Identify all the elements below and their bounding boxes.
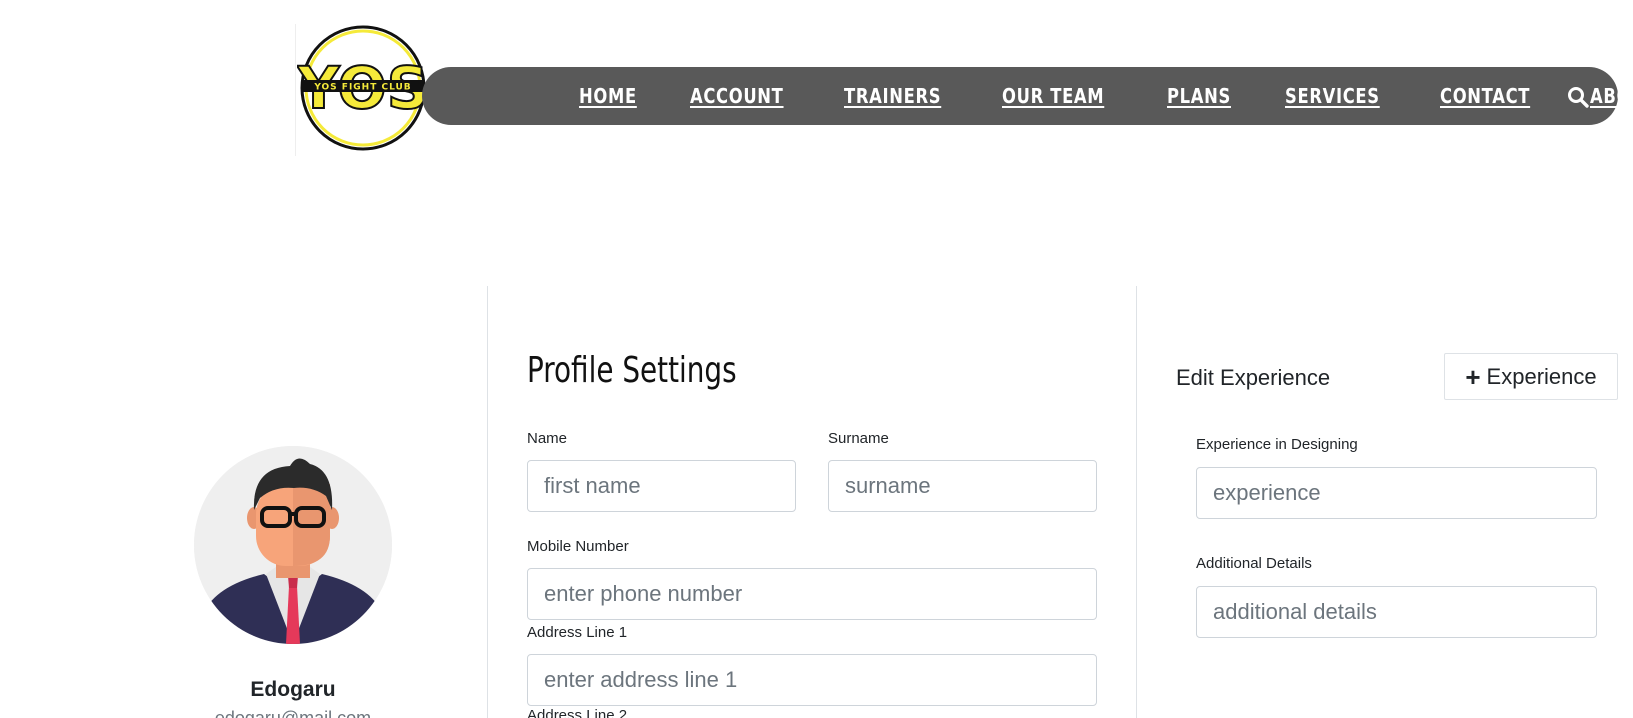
add-experience-button[interactable]: + Experience <box>1444 353 1618 400</box>
plus-icon: + <box>1465 361 1481 392</box>
edit-experience-title: Edit Experience <box>1176 365 1331 390</box>
nav-account[interactable]: ACCOUNT <box>690 84 784 108</box>
column-divider-right <box>1136 286 1137 718</box>
address-line-1-input[interactable] <box>527 654 1097 706</box>
designing-experience-label: Experience in Designing <box>1196 436 1358 453</box>
mobile-number-input[interactable] <box>527 568 1097 620</box>
nav-plans[interactable]: PLANS <box>1167 84 1231 108</box>
main-navbar: HOME ACCOUNT TRAINERS OUR TEAM PLANS SER… <box>422 67 1633 125</box>
logo-subtext: YOS FIGHT CLUB <box>313 83 411 93</box>
avatar-image <box>194 446 392 644</box>
name-label: Name <box>527 430 568 447</box>
address1-label: Address Line 1 <box>527 624 628 641</box>
logo-emblem: YOS YOS FIGHT CLUB <box>297 25 429 151</box>
nav-trainers[interactable]: TRAINERS <box>844 84 941 108</box>
nav-about-us[interactable]: ABOUT US <box>1590 84 1633 108</box>
add-experience-label: Experience <box>1486 363 1597 389</box>
profile-name: Edogaru <box>250 678 336 701</box>
page: YOS YOS FIGHT CLUB HOME ACCOUNT TRAINERS… <box>0 0 1633 718</box>
page-title: Profile Settings <box>527 350 737 391</box>
nav-home[interactable]: HOME <box>579 84 637 108</box>
logo-divider <box>295 24 296 156</box>
additional-details-label: Additional Details <box>1196 555 1312 572</box>
column-divider-left <box>487 286 488 718</box>
avatar <box>194 446 392 644</box>
nav-our-team[interactable]: OUR TEAM <box>1002 84 1104 108</box>
site-logo[interactable]: YOS YOS FIGHT CLUB <box>297 24 429 152</box>
additional-details-input[interactable] <box>1196 586 1597 638</box>
first-name-input[interactable] <box>527 460 796 512</box>
search-icon[interactable] <box>1566 85 1590 109</box>
designing-experience-input[interactable] <box>1196 467 1597 519</box>
address2-label: Address Line 2 <box>527 707 628 718</box>
surname-label: Surname <box>828 430 889 447</box>
nav-links: HOME ACCOUNT TRAINERS OUR TEAM PLANS SER… <box>579 67 1633 125</box>
nav-contact[interactable]: CONTACT <box>1440 84 1530 108</box>
mobile-label: Mobile Number <box>527 538 629 555</box>
surname-input[interactable] <box>828 460 1097 512</box>
profile-email: edogaru@mail.com <box>214 708 372 718</box>
nav-services[interactable]: SERVICES <box>1285 84 1380 108</box>
